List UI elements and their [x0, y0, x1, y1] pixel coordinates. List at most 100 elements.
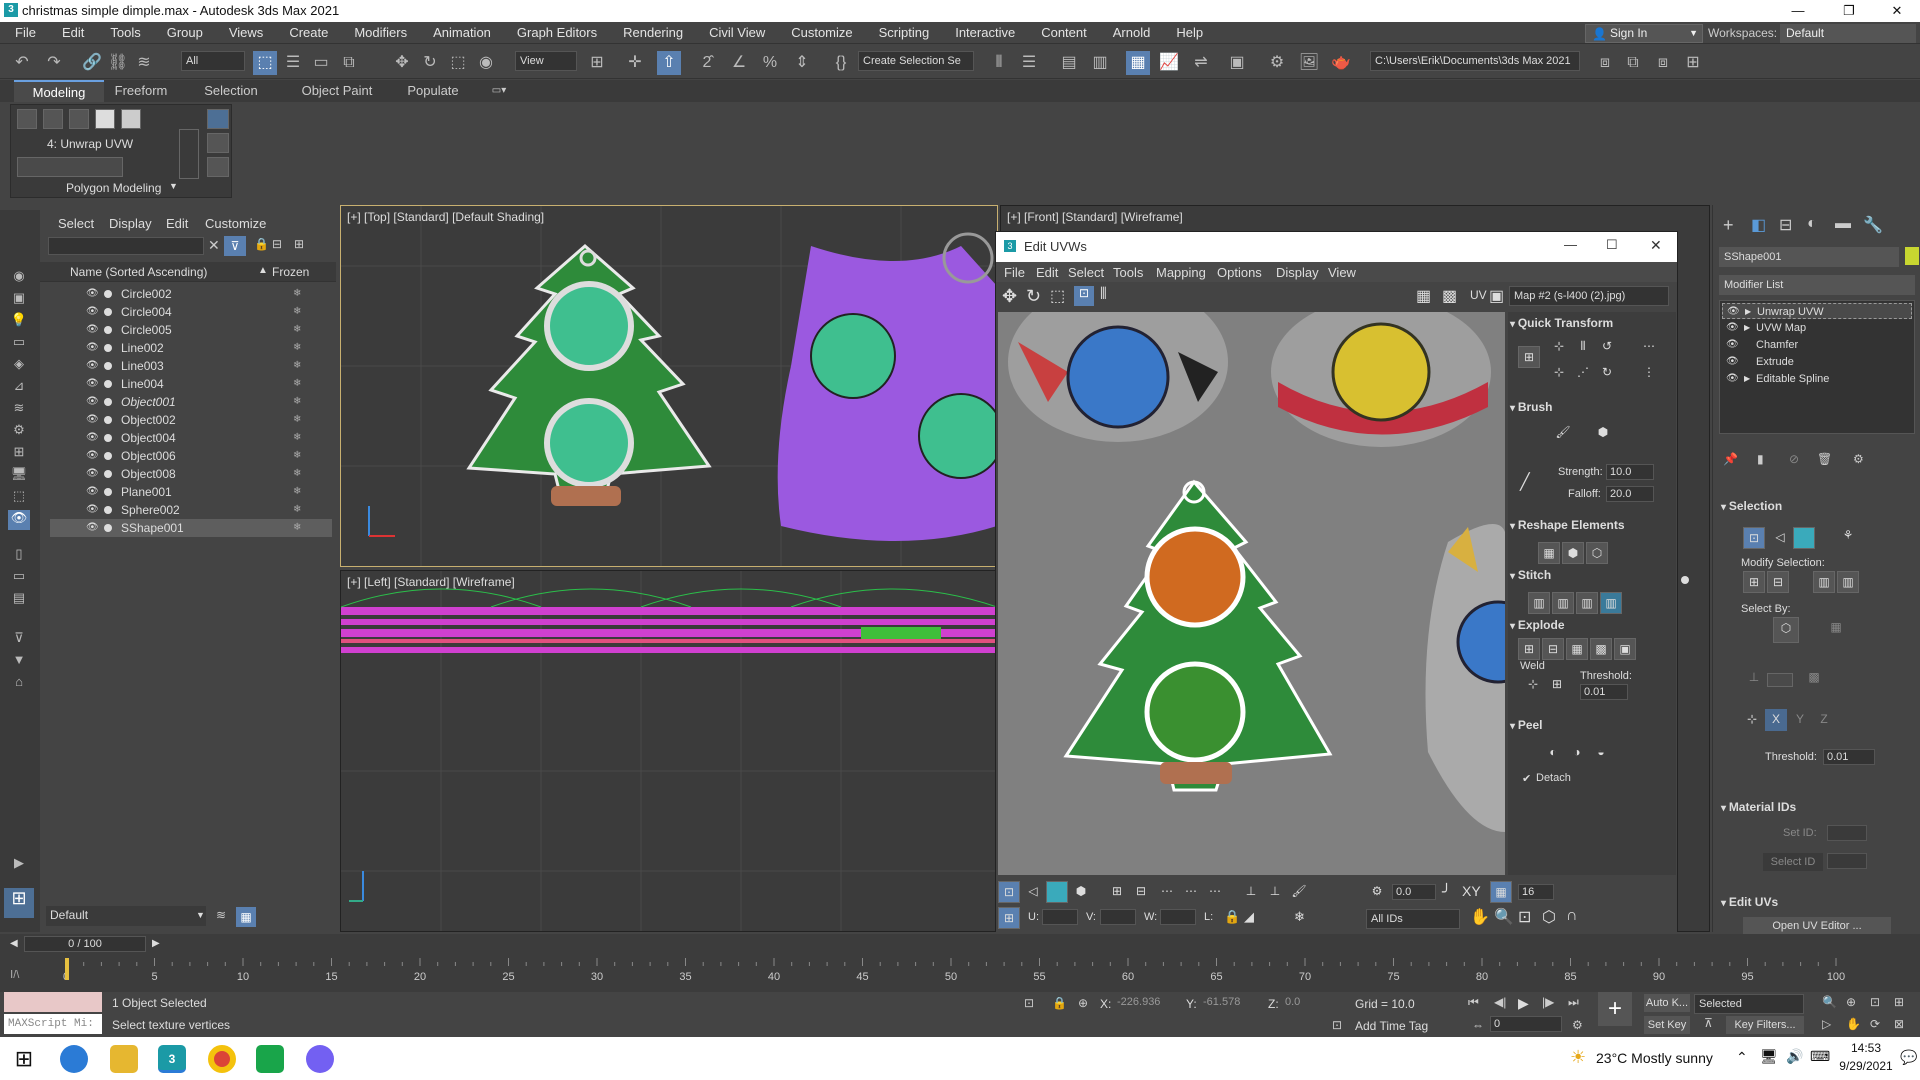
- workspace-dropdown[interactable]: Default: [1780, 24, 1916, 43]
- language-icon[interactable]: ⌨: [1810, 1048, 1830, 1065]
- menu-graph-editors[interactable]: Graph Editors: [504, 22, 610, 44]
- layer-dropdown[interactable]: Default: [46, 906, 206, 926]
- layer-stack-icon[interactable]: ≋: [216, 908, 226, 922]
- pin-stack-icon[interactable]: 📌: [1723, 452, 1738, 466]
- material-ids-header[interactable]: Material IDs: [1721, 800, 1796, 814]
- uv-close-button[interactable]: ✕: [1650, 237, 1662, 254]
- chevron-down-icon[interactable]: ▼: [169, 181, 178, 191]
- visibility-eye-icon[interactable]: 👁: [86, 393, 99, 411]
- window-crossing-icon[interactable]: ⧉: [337, 51, 361, 75]
- funnel-icon[interactable]: ⊽: [8, 630, 30, 650]
- selection-lock-icon[interactable]: 🔒: [1052, 996, 1067, 1010]
- align-horizontal-icon[interactable]: ⊹: [1548, 336, 1570, 358]
- lock-icon[interactable]: 🔒: [254, 237, 269, 251]
- menu-animation[interactable]: Animation: [420, 22, 504, 44]
- map-dropdown[interactable]: Map #2 (s-l400 (2).jpg): [1509, 286, 1669, 306]
- freeze-icon[interactable]: ❄: [293, 375, 301, 393]
- named-selection-dropdown[interactable]: Create Selection Se: [858, 51, 974, 71]
- clear-search-icon[interactable]: ✕: [208, 237, 220, 254]
- modify-tab-icon[interactable]: ◧: [1751, 215, 1766, 235]
- light-icon[interactable]: 💡: [8, 312, 30, 332]
- place-icon[interactable]: ◉: [474, 51, 498, 75]
- visibility-eye-icon[interactable]: 👁: [86, 483, 99, 501]
- project-folder-icon[interactable]: ⧉: [1621, 51, 1645, 75]
- stitch-target-icon[interactable]: ▥: [1576, 592, 1598, 614]
- select-id-button[interactable]: Select ID: [1763, 853, 1823, 871]
- grow-icon[interactable]: ⊞: [1743, 571, 1765, 593]
- v-input[interactable]: [1100, 909, 1136, 925]
- freeze-icon[interactable]: ❄: [293, 285, 301, 303]
- track-bar[interactable]: 0510152025303540455055606570758085909510…: [60, 958, 1900, 992]
- current-frame-input[interactable]: 0: [1490, 1016, 1562, 1032]
- open-uv-editor-button[interactable]: Open UV Editor ...: [1743, 917, 1891, 935]
- panel-label[interactable]: Polygon Modeling: [66, 181, 161, 195]
- visibility-eye-icon[interactable]: 👁: [86, 285, 99, 303]
- next-frame-arrow[interactable]: ▶: [152, 938, 160, 949]
- stitch-header[interactable]: Stitch: [1510, 568, 1670, 582]
- x-coordinate[interactable]: -226.936: [1114, 995, 1170, 1011]
- play-icon[interactable]: ▶: [1518, 995, 1529, 1012]
- maxscript-mini-input[interactable]: MAXScript Mi:: [4, 1014, 102, 1034]
- edge-ring-icon[interactable]: ⋯: [1180, 881, 1202, 903]
- vertex-mode-icon[interactable]: ⊡: [998, 881, 1020, 903]
- freeze-icon[interactable]: ❄: [293, 501, 301, 519]
- edge-loop-icon[interactable]: ⋯: [1156, 881, 1178, 903]
- document-icon[interactable]: ▤: [8, 590, 30, 610]
- menu-file[interactable]: File: [2, 22, 49, 44]
- edge-subobject-icon[interactable]: ◁: [1769, 527, 1791, 549]
- project-icon[interactable]: ⧈: [1593, 51, 1617, 75]
- layer-icon[interactable]: ⌂: [8, 674, 30, 694]
- detach-edge-icon[interactable]: ⊟: [1542, 638, 1564, 660]
- pivot-icon[interactable]: ⊞: [585, 51, 609, 75]
- select-id-input[interactable]: [1827, 853, 1867, 869]
- spinner-snap-icon[interactable]: ⇕: [790, 51, 814, 75]
- next-frame-icon[interactable]: |▶: [1542, 995, 1554, 1009]
- explorer-row[interactable]: 👁 Object006 ❄: [50, 447, 332, 465]
- uv-scale-icon[interactable]: ⬚: [1050, 286, 1065, 306]
- viewport-front-label[interactable]: [+] [Front] [Standard] [Wireframe]: [1007, 210, 1183, 224]
- freeze-icon[interactable]: ❄: [293, 483, 301, 501]
- lock-icon[interactable]: 🔒: [1224, 909, 1240, 925]
- detach-checkbox[interactable]: ✔: [1522, 772, 1531, 785]
- visibility-eye-icon[interactable]: 👁: [86, 447, 99, 465]
- vertex-icon[interactable]: [17, 109, 37, 129]
- isolate-icon[interactable]: ⊡: [1024, 996, 1034, 1010]
- explorer-row[interactable]: 👁 Sphere002 ❄: [50, 501, 332, 519]
- selection-threshold-input[interactable]: 0.01: [1823, 749, 1875, 765]
- column-name[interactable]: Name (Sorted Ascending): [70, 265, 207, 279]
- axis-z-icon[interactable]: Z: [1813, 709, 1835, 731]
- modifier-stack-item[interactable]: 👁 Extrude: [1722, 354, 1912, 370]
- redo-icon[interactable]: ↷: [42, 51, 66, 75]
- render-toggle-icon[interactable]: [104, 326, 112, 334]
- paint-select-icon[interactable]: 🖌: [1288, 881, 1310, 903]
- chevron-down-icon[interactable]: ▼: [196, 910, 205, 920]
- hierarchy-view-icon[interactable]: ⊟: [272, 237, 282, 251]
- layer-explorer-icon[interactable]: ▦: [236, 907, 256, 927]
- paint-brush-icon[interactable]: 🖌: [1552, 422, 1574, 444]
- w-input[interactable]: [1160, 909, 1196, 925]
- uv-canvas[interactable]: [998, 312, 1505, 875]
- ribbon-options-icon[interactable]: ▭▾: [484, 80, 514, 102]
- render-toggle-icon[interactable]: [104, 470, 112, 478]
- key-selection-dropdown[interactable]: Selected: [1694, 994, 1804, 1014]
- element-mode-icon[interactable]: ⬢: [1070, 881, 1092, 903]
- menu-arnold[interactable]: Arnold: [1100, 22, 1164, 44]
- camera-icon[interactable]: ▣: [8, 290, 30, 310]
- maxscript-listener[interactable]: [4, 992, 102, 1012]
- y-coordinate[interactable]: -61.578: [1200, 995, 1256, 1011]
- curve-editor-icon[interactable]: 📈: [1157, 51, 1181, 75]
- geometry-icon[interactable]: ◈: [8, 356, 30, 376]
- select-by-smoothing-icon[interactable]: ▩: [1803, 667, 1825, 689]
- motion-tab-icon[interactable]: ◐: [1807, 215, 1817, 233]
- explorer-row[interactable]: 👁 Circle002 ❄: [50, 285, 332, 303]
- peel-header[interactable]: Peel: [1510, 718, 1670, 732]
- default-in-out-icon[interactable]: ⊼: [1704, 1016, 1713, 1030]
- transform-icon[interactable]: ⊞: [998, 907, 1020, 929]
- modifier-stack-item[interactable]: 👁 Chamfer: [1722, 337, 1912, 353]
- checker-icon[interactable]: ▦: [1416, 286, 1431, 306]
- uv-freeform-icon[interactable]: ⊡: [1074, 286, 1094, 306]
- filter-icon[interactable]: ▯: [8, 546, 30, 566]
- explode-threshold-input[interactable]: 0.01: [1580, 684, 1628, 700]
- maximize-button[interactable]: ❐: [1826, 0, 1872, 22]
- set-key-big-button[interactable]: +: [1598, 992, 1632, 1026]
